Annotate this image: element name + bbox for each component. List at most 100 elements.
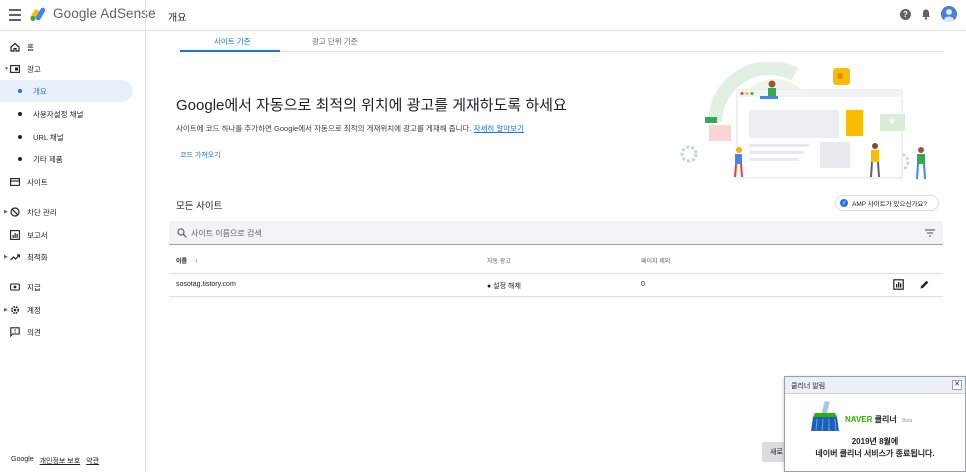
home-icon [10, 42, 20, 52]
sidebar-item-optimization[interactable]: ▶ 최적화 [0, 246, 145, 268]
chevron-down-icon: ▼ [4, 66, 9, 72]
learn-more-link[interactable]: 자세히 알아보기 [474, 124, 524, 133]
terms-link[interactable]: 약관 [86, 456, 99, 466]
bullet-icon [18, 112, 22, 116]
sidebar-divider [145, 0, 146, 472]
settings-icon [10, 305, 20, 315]
sidebar-item-sites[interactable]: 사이트 [0, 171, 145, 193]
sidebar-item-ads[interactable]: ▼ 광고 [0, 58, 145, 80]
sidebar-item-label: URL 채널 [33, 132, 64, 142]
sidebar: 홈 ▼ 광고 개요 사용자설정 채널 URL 채널 기타 제품 사이트 ▶ 차단… [0, 31, 145, 472]
page-title: 개요 [168, 13, 187, 24]
adsense-logo-icon [30, 7, 46, 21]
sidebar-item-url-channels[interactable]: URL 채널 [0, 126, 145, 148]
account-avatar-icon[interactable] [941, 6, 957, 22]
beta-label: Beta [901, 418, 913, 424]
column-header-page-exclusions[interactable]: 페이지 제외 [641, 256, 670, 265]
naver-logo-text: NAVER [845, 415, 873, 424]
popup-title: 클리너 알림 [791, 383, 826, 390]
auto-ads-illustration [680, 62, 926, 180]
hero-description-text: 사이트에 코드 하나를 추가하면 Google에서 자동으로 최적의 게재위치에… [176, 124, 472, 133]
help-circle-icon[interactable]: ? [900, 8, 911, 20]
sidebar-item-label: 홈 [27, 42, 34, 52]
reports-icon [10, 230, 20, 240]
payments-icon [10, 283, 20, 291]
sidebar-item-label: 개요 [33, 86, 47, 96]
sidebar-item-label: 광고 [27, 64, 41, 74]
brand-name: Google AdSense [53, 6, 156, 21]
cleaner-brand-text: 클리너 [874, 415, 897, 424]
tab-by-site[interactable]: 사이트 기준 [214, 36, 251, 47]
hero-description: 사이트에 코드 하나를 추가하면 Google에서 자동으로 최적의 게재위치에… [176, 123, 524, 134]
amp-button-label: AMP 사이트가 있으신가요? [852, 201, 928, 208]
site-search-input[interactable] [191, 226, 891, 240]
popup-message-line1: 2019년 8월에 [851, 437, 899, 446]
cleaner-notification-popup: 클리너 알림 ✕ NAVER 클리너 Beta 2019년 8월에 네이버 클리… [784, 376, 966, 472]
active-tab-indicator [180, 50, 280, 52]
header-actions: ? [900, 6, 957, 22]
close-icon[interactable]: ✕ [952, 380, 962, 390]
menu-icon[interactable] [9, 9, 21, 21]
sidebar-item-label: 계정 [27, 305, 41, 315]
sidebar-item-blocking[interactable]: ▶ 차단 관리 [0, 201, 145, 223]
sites-icon [10, 178, 20, 186]
ads-icon [10, 65, 20, 73]
column-header-auto-ads[interactable]: 자동 광고 [487, 256, 511, 265]
bullet-icon [18, 157, 22, 161]
footer-google: Google [11, 456, 34, 463]
report-icon[interactable] [893, 279, 904, 290]
block-icon [10, 207, 20, 217]
all-sites-heading: 모든 사이트 [176, 201, 223, 212]
sidebar-item-custom-channels[interactable]: 사용자설정 채널 [0, 103, 145, 125]
column-header-label: 이름 [176, 259, 188, 265]
bell-icon[interactable] [921, 9, 931, 20]
amp-bolt-icon: ⚡ [840, 199, 848, 207]
page-exclusions-cell: 0 [641, 281, 645, 288]
sidebar-item-label: 차단 관리 [27, 207, 57, 217]
get-code-button[interactable]: 코드 가져오기 [180, 150, 221, 160]
filter-icon[interactable] [925, 229, 935, 237]
amp-sites-button[interactable]: ⚡ AMP 사이트가 있으신가요? [835, 195, 939, 211]
popup-header: 클리너 알림 ✕ [785, 377, 965, 394]
divider [169, 296, 943, 297]
search-icon [177, 228, 187, 238]
popup-message-line2: 네이버 클리너 서비스가 종료됩니다. [815, 449, 935, 458]
chevron-right-icon: ▶ [4, 254, 8, 260]
tab-by-ad-unit[interactable]: 광고 단위 기준 [312, 36, 358, 47]
column-header-name[interactable]: 이름 ↑ [176, 256, 198, 265]
naver-cleaner-brand: NAVER 클리너 Beta [845, 414, 912, 425]
edit-pencil-icon[interactable] [919, 279, 930, 290]
privacy-link[interactable]: 개인정보 보호 [40, 456, 81, 466]
bullet-icon [18, 89, 22, 93]
sidebar-item-label: 의견 [27, 327, 41, 337]
auto-ads-status: 설정 해제 [493, 283, 521, 290]
sidebar-item-account[interactable]: ▶ 계정 [0, 299, 145, 321]
trending-icon [10, 254, 20, 261]
broom-icon [811, 401, 839, 432]
sidebar-item-overview[interactable]: 개요 [0, 80, 133, 102]
sidebar-item-feedback[interactable]: 의견 [0, 321, 145, 343]
sidebar-item-reports[interactable]: 보고서 [0, 224, 145, 246]
sidebar-item-payments[interactable]: 지급 [0, 276, 145, 298]
chevron-right-icon: ▶ [4, 209, 8, 215]
sidebar-item-label: 사이트 [27, 177, 48, 187]
sidebar-item-home[interactable]: 홈 [0, 36, 145, 58]
sidebar-item-label: 지급 [27, 282, 41, 292]
sidebar-item-label: 최적화 [27, 252, 48, 262]
sidebar-item-other-products[interactable]: 기타 제품 [0, 148, 145, 170]
chevron-right-icon: ▶ [4, 307, 8, 313]
feedback-icon [10, 327, 20, 337]
sidebar-item-label: 사용자설정 채널 [33, 109, 84, 119]
sidebar-footer: Google 개인정보 보호 약관 [11, 456, 99, 466]
arrow-up-icon: ↑ [194, 259, 198, 265]
partial-button[interactable]: 새로 [762, 442, 786, 462]
site-search-bar [169, 221, 943, 245]
bullet-icon [18, 135, 22, 139]
hero-title: Google에서 자동으로 최적의 위치에 광고를 게재하도록 하세요 [176, 97, 567, 114]
tab-bar: 사이트 기준 광고 단위 기준 [180, 31, 944, 52]
sidebar-item-label: 보고서 [27, 230, 48, 240]
site-name-cell[interactable]: sosotag.tistory.com [176, 281, 236, 288]
adsense-logo[interactable]: Google AdSense [30, 6, 156, 21]
sidebar-item-label: 기타 제품 [33, 154, 63, 164]
auto-ads-status-cell: ● 설정 해제 [487, 281, 521, 291]
